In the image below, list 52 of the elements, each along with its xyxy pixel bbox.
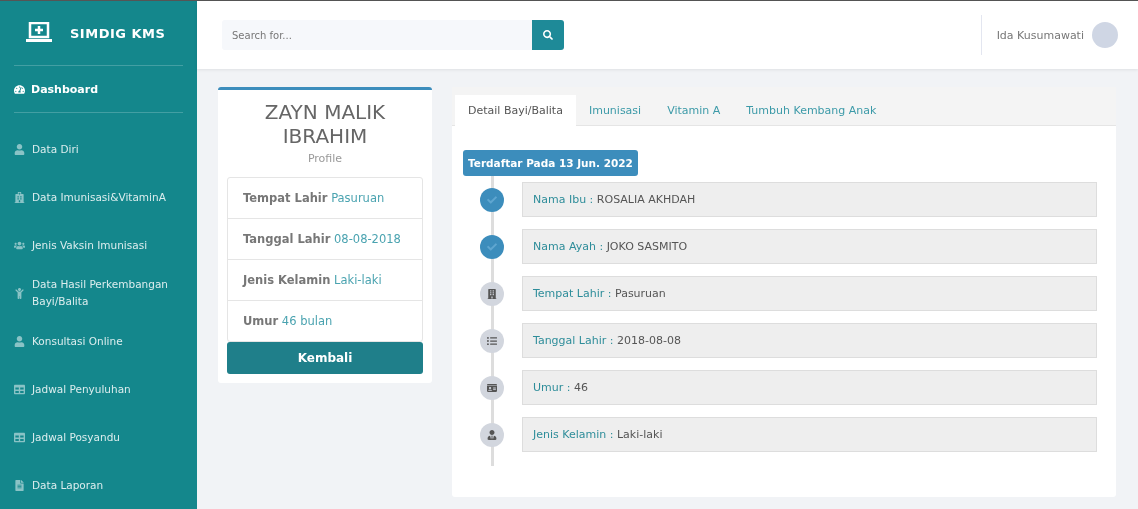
timeline-entry: Tanggal Lahir : 2018-08-08 bbox=[522, 323, 1097, 358]
sidebar-item[interactable]: Jadwal Posyandu bbox=[14, 413, 183, 461]
timeline-entry: Umur : 46 bbox=[522, 370, 1097, 405]
dashboard-link[interactable]: Dashboard bbox=[14, 66, 183, 113]
sidebar-item[interactable]: Data Imunisasi&VitaminA bbox=[14, 173, 183, 221]
sidebar-item-label: Data Laporan bbox=[32, 477, 104, 493]
tab[interactable]: Imunisasi bbox=[575, 95, 655, 126]
sidebar-item[interactable]: Data Diri bbox=[14, 125, 183, 173]
laptop-plus-icon bbox=[26, 22, 52, 45]
sidebar-item[interactable]: Konsultasi Online bbox=[14, 317, 183, 365]
timeline-entry: Nama Ibu : ROSALIA AKHDAH bbox=[522, 182, 1097, 217]
profile-fact: Tanggal Lahir 08-08-2018 bbox=[228, 219, 422, 260]
profile-subtitle: Profile bbox=[306, 152, 344, 165]
sidebar-item[interactable]: Jadwal Penyuluhan bbox=[14, 365, 183, 413]
sidebar-item[interactable]: Jenis Vaksin Imunisasi bbox=[14, 221, 183, 269]
sidebar-item-label: Jadwal Posyandu bbox=[32, 429, 120, 445]
profile-fact: Tempat Lahir Pasuruan bbox=[228, 178, 422, 219]
user-name[interactable]: Ida Kusumawati bbox=[996, 28, 1084, 42]
timeline-entry: Tempat Lahir : Pasuruan bbox=[522, 276, 1097, 311]
profile-fact: Jenis Kelamin Laki-laki bbox=[228, 260, 422, 301]
building-icon bbox=[14, 191, 25, 203]
sidebar-item-label: Data Hasil Perkembangan Bayi/Balita bbox=[32, 277, 170, 309]
sidebar-item-label: Data Diri bbox=[32, 141, 79, 157]
registered-date-label: Terdaftar Pada 13 Jun. 2022 bbox=[463, 150, 638, 176]
person-icon bbox=[14, 335, 25, 347]
search-field[interactable]: Search for... bbox=[222, 20, 532, 50]
sidebar-item[interactable]: Data Laporan bbox=[14, 461, 183, 509]
check-icon bbox=[480, 234, 504, 259]
tab[interactable]: Vitamin A bbox=[654, 95, 734, 126]
search-icon bbox=[543, 30, 553, 40]
timeline-entry: Nama Ayah : JOKO SASMITO bbox=[522, 229, 1097, 264]
search-button[interactable] bbox=[532, 20, 564, 50]
sidebar-item-label: Jadwal Penyuluhan bbox=[32, 381, 131, 397]
timeline-entry: Jenis Kelamin : Laki-laki bbox=[522, 417, 1097, 452]
group-icon bbox=[14, 239, 25, 251]
gauge-icon bbox=[14, 83, 25, 95]
file-icon bbox=[14, 479, 25, 491]
child-icon bbox=[14, 287, 25, 299]
person-icon bbox=[14, 143, 25, 155]
check-icon bbox=[480, 187, 504, 212]
profile-fact: Umur 46 bulan bbox=[242, 313, 334, 330]
brand-title: SIMDIG KMS bbox=[70, 25, 166, 41]
sidebar-item-label: Konsultasi Online bbox=[32, 333, 123, 349]
tab[interactable]: Tumbuh Kembang Anak bbox=[733, 95, 890, 126]
sidebar-item[interactable]: Data Hasil Perkembangan Bayi/Balita bbox=[14, 269, 183, 317]
sidebar-item-label: Data Imunisasi&VitaminA bbox=[32, 189, 166, 205]
profile-name: ZAYN MALIK IBRAHIM bbox=[263, 100, 387, 148]
tab[interactable]: Detail Bayi/Balita bbox=[455, 95, 576, 126]
table-icon bbox=[14, 383, 25, 395]
table-icon bbox=[14, 431, 25, 443]
sidebar-item-label: Jenis Vaksin Imunisasi bbox=[32, 237, 148, 253]
back-button[interactable]: Kembali bbox=[227, 342, 423, 374]
